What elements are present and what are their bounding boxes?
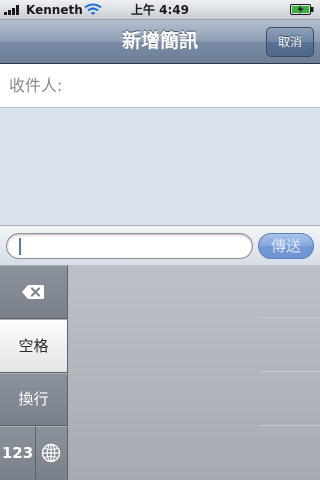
recipient-field[interactable]: 收件人: [0, 64, 320, 108]
handwriting-input-pane[interactable] [68, 265, 320, 480]
numbers-key[interactable]: 123 [0, 426, 36, 480]
return-key[interactable]: 換行 [0, 373, 68, 426]
recipient-label: 收件人: [9, 76, 63, 95]
delete-key[interactable] [0, 265, 68, 319]
pane-divider [260, 425, 320, 426]
battery-charging-icon [290, 4, 314, 15]
globe-icon [41, 443, 61, 463]
cancel-button[interactable]: 取消 [266, 27, 314, 57]
message-area [0, 108, 320, 225]
pane-divider [260, 371, 320, 372]
pane-divider [260, 317, 320, 318]
status-time: 上午 4:49 [130, 3, 190, 17]
navigation-bar: 新增簡訊 取消 [0, 20, 320, 64]
status-bar: Kenneth 上午 4:49 [0, 0, 320, 20]
text-caret [19, 238, 21, 255]
compose-bar: 傳送 [0, 225, 320, 265]
keyboard: 空格 換行 123 [0, 265, 320, 480]
message-input[interactable] [6, 233, 253, 259]
delete-backspace-icon [22, 285, 44, 299]
send-button[interactable]: 傳送 [258, 233, 314, 259]
space-key[interactable]: 空格 [0, 319, 68, 373]
globe-key[interactable] [36, 426, 68, 480]
